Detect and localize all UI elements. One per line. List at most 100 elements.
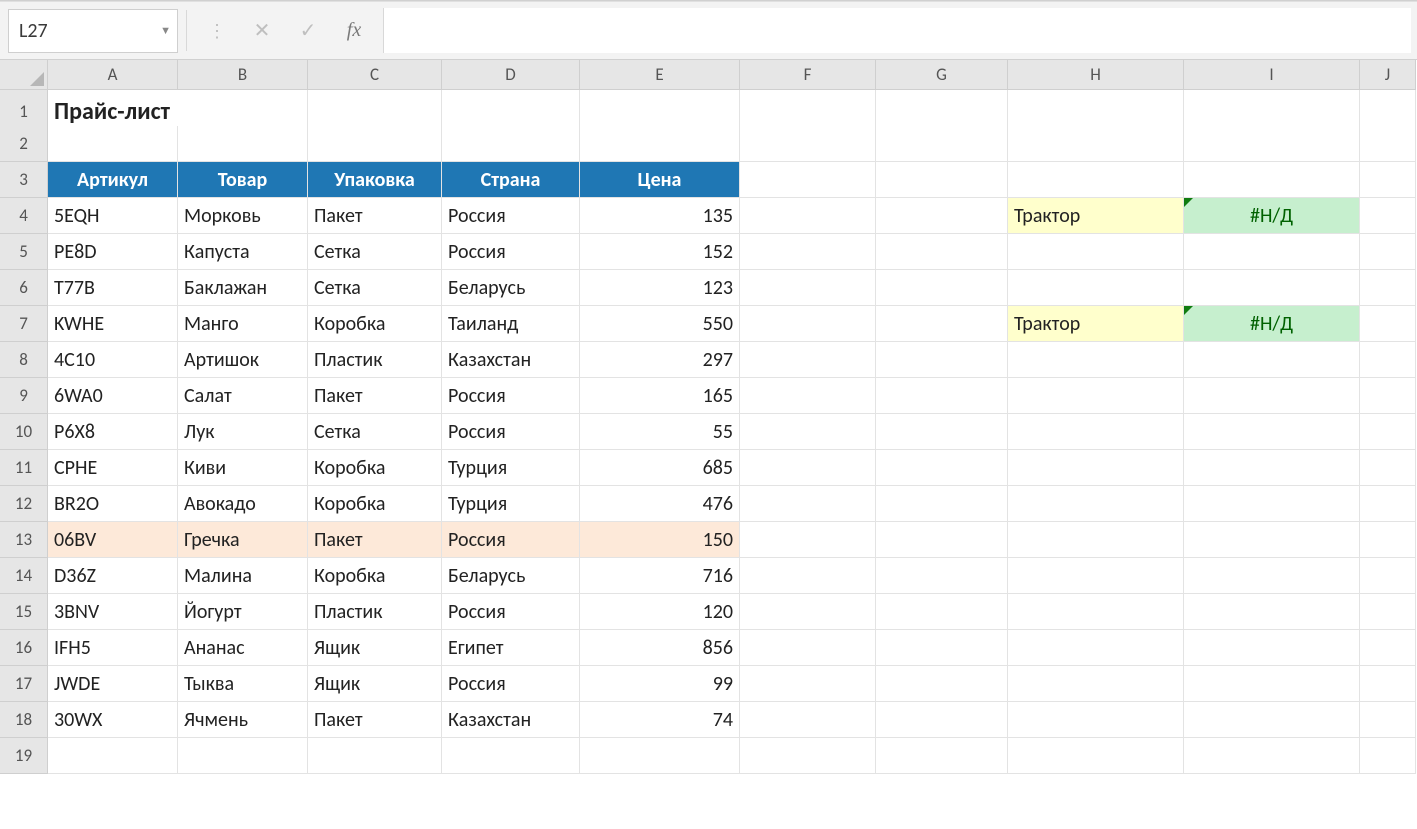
cell-E7[interactable]: 550 bbox=[580, 306, 740, 342]
cell-B8[interactable]: Артишок bbox=[178, 342, 308, 378]
cell-H3[interactable] bbox=[1008, 162, 1184, 198]
cell-H2[interactable] bbox=[1008, 126, 1184, 162]
cell-E14[interactable]: 716 bbox=[580, 558, 740, 594]
cell-J4[interactable] bbox=[1360, 198, 1416, 234]
cell-I12[interactable] bbox=[1184, 486, 1360, 522]
col-header-A[interactable]: A bbox=[48, 60, 178, 90]
cell-F15[interactable] bbox=[740, 594, 876, 630]
cell-H14[interactable] bbox=[1008, 558, 1184, 594]
cell-B18[interactable]: Ячмень bbox=[178, 702, 308, 738]
cell-I15[interactable] bbox=[1184, 594, 1360, 630]
cell-D4[interactable]: Россия bbox=[442, 198, 580, 234]
cell-B13[interactable]: Гречка bbox=[178, 522, 308, 558]
cell-G5[interactable] bbox=[876, 234, 1008, 270]
cell-D14[interactable]: Беларусь bbox=[442, 558, 580, 594]
cell-B17[interactable]: Тыква bbox=[178, 666, 308, 702]
cell-B5[interactable]: Капуста bbox=[178, 234, 308, 270]
cell-E6[interactable]: 123 bbox=[580, 270, 740, 306]
cell-F17[interactable] bbox=[740, 666, 876, 702]
cell-C8[interactable]: Пластик bbox=[308, 342, 442, 378]
cell-I3[interactable] bbox=[1184, 162, 1360, 198]
cell-E8[interactable]: 297 bbox=[580, 342, 740, 378]
cell-B7[interactable]: Манго bbox=[178, 306, 308, 342]
cell-C18[interactable]: Пакет bbox=[308, 702, 442, 738]
cell-I7[interactable]: #Н/Д bbox=[1184, 306, 1360, 342]
cell-A17[interactable]: JWDE bbox=[48, 666, 178, 702]
cell-E3-header[interactable]: Цена bbox=[580, 162, 740, 198]
cell-G4[interactable] bbox=[876, 198, 1008, 234]
row-header-12[interactable]: 12 bbox=[0, 486, 48, 522]
cell-D6[interactable]: Беларусь bbox=[442, 270, 580, 306]
col-header-H[interactable]: H bbox=[1008, 60, 1184, 90]
cell-D8[interactable]: Казахстан bbox=[442, 342, 580, 378]
cell-B2[interactable] bbox=[178, 126, 308, 162]
cell-F3[interactable] bbox=[740, 162, 876, 198]
cell-H9[interactable] bbox=[1008, 378, 1184, 414]
cell-I19[interactable] bbox=[1184, 738, 1360, 774]
cell-E13[interactable]: 150 bbox=[580, 522, 740, 558]
cell-A13[interactable]: 06BV bbox=[48, 522, 178, 558]
cell-F16[interactable] bbox=[740, 630, 876, 666]
cell-E19[interactable] bbox=[580, 738, 740, 774]
cell-D7[interactable]: Таиланд bbox=[442, 306, 580, 342]
cell-F13[interactable] bbox=[740, 522, 876, 558]
col-header-B[interactable]: B bbox=[178, 60, 308, 90]
cell-I18[interactable] bbox=[1184, 702, 1360, 738]
col-header-I[interactable]: I bbox=[1184, 60, 1360, 90]
row-header-2[interactable]: 2 bbox=[0, 126, 48, 162]
cell-D19[interactable] bbox=[442, 738, 580, 774]
spreadsheet-grid[interactable]: A B C D E F G H I J 1 Прайс-лист 2 3 Арт… bbox=[0, 60, 1417, 774]
cell-F12[interactable] bbox=[740, 486, 876, 522]
col-header-F[interactable]: F bbox=[740, 60, 876, 90]
cell-B4[interactable]: Морковь bbox=[178, 198, 308, 234]
cell-G15[interactable] bbox=[876, 594, 1008, 630]
cell-B6[interactable]: Баклажан bbox=[178, 270, 308, 306]
cell-D16[interactable]: Египет bbox=[442, 630, 580, 666]
cell-E18[interactable]: 74 bbox=[580, 702, 740, 738]
cell-G19[interactable] bbox=[876, 738, 1008, 774]
cell-J2[interactable] bbox=[1360, 126, 1416, 162]
formula-input[interactable] bbox=[383, 8, 1411, 53]
cell-F10[interactable] bbox=[740, 414, 876, 450]
cell-C13[interactable]: Пакет bbox=[308, 522, 442, 558]
cell-C10[interactable]: Сетка bbox=[308, 414, 442, 450]
cell-F11[interactable] bbox=[740, 450, 876, 486]
cell-G6[interactable] bbox=[876, 270, 1008, 306]
cell-J15[interactable] bbox=[1360, 594, 1416, 630]
cell-J11[interactable] bbox=[1360, 450, 1416, 486]
chevron-down-icon[interactable]: ▼ bbox=[160, 24, 171, 37]
cell-C6[interactable]: Сетка bbox=[308, 270, 442, 306]
cell-D11[interactable]: Турция bbox=[442, 450, 580, 486]
cell-I16[interactable] bbox=[1184, 630, 1360, 666]
cell-J13[interactable] bbox=[1360, 522, 1416, 558]
cell-G2[interactable] bbox=[876, 126, 1008, 162]
col-header-J[interactable]: J bbox=[1360, 60, 1416, 90]
cell-I13[interactable] bbox=[1184, 522, 1360, 558]
cell-A8[interactable]: 4C10 bbox=[48, 342, 178, 378]
cell-C4[interactable]: Пакет bbox=[308, 198, 442, 234]
fx-icon[interactable]: fx bbox=[343, 19, 365, 42]
cell-C16[interactable]: Ящик bbox=[308, 630, 442, 666]
cell-E11[interactable]: 685 bbox=[580, 450, 740, 486]
cell-J3[interactable] bbox=[1360, 162, 1416, 198]
row-header-3[interactable]: 3 bbox=[0, 162, 48, 198]
cell-A7[interactable]: KWHE bbox=[48, 306, 178, 342]
cell-E9[interactable]: 165 bbox=[580, 378, 740, 414]
cell-C11[interactable]: Коробка bbox=[308, 450, 442, 486]
row-header-15[interactable]: 15 bbox=[0, 594, 48, 630]
cell-I2[interactable] bbox=[1184, 126, 1360, 162]
row-header-11[interactable]: 11 bbox=[0, 450, 48, 486]
cell-F14[interactable] bbox=[740, 558, 876, 594]
name-box[interactable]: L27 ▼ bbox=[8, 9, 178, 53]
cell-C15[interactable]: Пластик bbox=[308, 594, 442, 630]
cell-D12[interactable]: Турция bbox=[442, 486, 580, 522]
cell-J7[interactable] bbox=[1360, 306, 1416, 342]
cell-D15[interactable]: Россия bbox=[442, 594, 580, 630]
cell-A9[interactable]: 6WA0 bbox=[48, 378, 178, 414]
cell-H10[interactable] bbox=[1008, 414, 1184, 450]
cell-B11[interactable]: Киви bbox=[178, 450, 308, 486]
cell-F2[interactable] bbox=[740, 126, 876, 162]
cell-C17[interactable]: Ящик bbox=[308, 666, 442, 702]
cell-A12[interactable]: BR2O bbox=[48, 486, 178, 522]
cell-A11[interactable]: CPHE bbox=[48, 450, 178, 486]
